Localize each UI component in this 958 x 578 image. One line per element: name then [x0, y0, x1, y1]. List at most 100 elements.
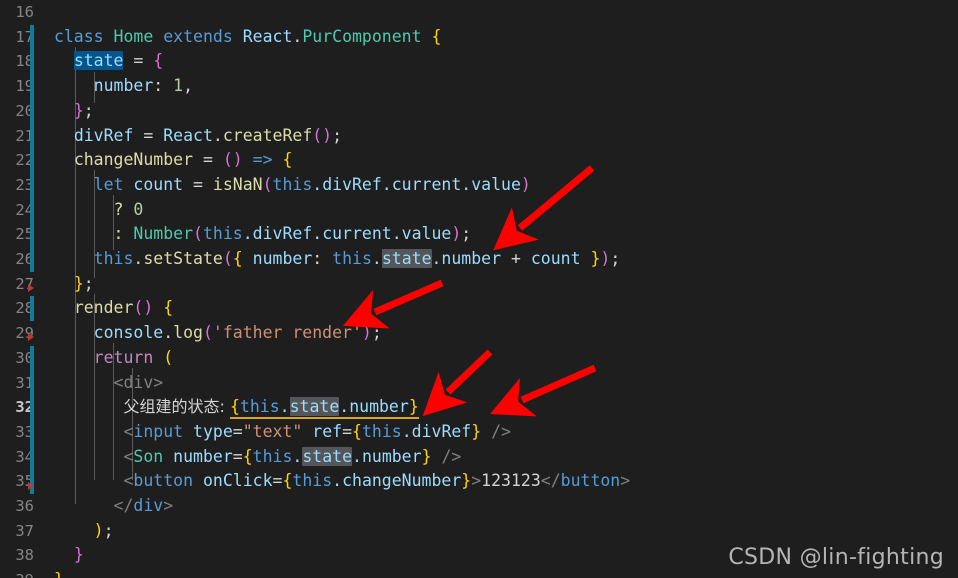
- property-changenumber: changeNumber: [73, 150, 194, 170]
- code-line-37[interactable]: );: [44, 519, 958, 544]
- keyword-this: this: [202, 224, 243, 244]
- code-line-29[interactable]: console.log('father render');: [44, 321, 958, 346]
- line-number: 39: [0, 568, 34, 578]
- jsx-angle-close: >: [163, 496, 174, 515]
- property-divref: divRef: [73, 125, 134, 145]
- brace-close: }: [73, 273, 84, 293]
- paren-close: ): [600, 249, 611, 268]
- number-literal-1: 1: [173, 76, 184, 96]
- line-number-active: 32: [15, 398, 34, 417]
- jsx-attr-ref: ref: [312, 421, 343, 441]
- equals: =: [342, 421, 353, 441]
- code-line-28[interactable]: render() {: [44, 296, 958, 321]
- jsx-tag-button: button: [133, 471, 194, 491]
- jsx-angle-open: <: [123, 446, 134, 466]
- jsx-self-close: />: [491, 421, 511, 441]
- code-line-22[interactable]: changeNumber = () => {: [44, 148, 958, 173]
- brace-open: {: [282, 471, 293, 491]
- brace-close: }: [73, 100, 84, 120]
- line-number: 31: [15, 373, 34, 392]
- parens: (): [222, 150, 243, 170]
- keyword-return: return: [93, 347, 154, 367]
- brace-close: }: [421, 446, 432, 466]
- code-line-27[interactable]: };: [44, 272, 958, 297]
- keyword-this: this: [361, 421, 402, 441]
- code-content[interactable]: class Home extends React.PurComponent { …: [44, 0, 958, 578]
- jsx-tag-input: input: [133, 421, 184, 441]
- occurrence-state: state: [381, 249, 432, 268]
- semicolon: ;: [610, 249, 621, 268]
- line-number: 25: [15, 225, 34, 244]
- line-number: 24: [15, 200, 34, 219]
- paren-open: (: [163, 347, 174, 367]
- number-literal-0: 0: [133, 199, 144, 219]
- code-line-35[interactable]: <button onClick={this.changeNumber}>1231…: [44, 469, 958, 494]
- code-line-33[interactable]: <input type="text" ref={this.divRef} />: [44, 420, 958, 445]
- assign-operator: =: [123, 51, 154, 71]
- brace-close: }: [73, 545, 84, 565]
- keyword-let: let: [93, 174, 124, 194]
- equals: =: [232, 421, 243, 441]
- object-react: React: [242, 26, 293, 46]
- colon: :: [312, 249, 333, 268]
- code-line-23[interactable]: let count = isNaN(this.divRef.current.va…: [44, 173, 958, 198]
- paren-open: (: [193, 224, 203, 244]
- keyword-class: class: [53, 26, 104, 46]
- paren-open: (: [222, 249, 233, 268]
- jsx-tag-button-close: </: [540, 471, 561, 491]
- line-number: 30: [15, 348, 34, 367]
- property-path: .number: [431, 249, 502, 268]
- jsx-tag-button-closename: button: [560, 471, 621, 491]
- code-editor[interactable]: 16 17 18 19 20 21 22 23 24 25 26 27 28 2…: [0, 0, 958, 578]
- brace-open: {: [232, 249, 243, 268]
- code-line-19[interactable]: number: 1,: [44, 74, 958, 99]
- code-line-31[interactable]: <div>: [44, 371, 958, 396]
- selected-token-state: state: [73, 51, 124, 71]
- code-line-16[interactable]: [44, 0, 958, 25]
- property-path: .divRef.current.value: [242, 224, 452, 244]
- brace-close: }: [54, 570, 64, 578]
- jsx-angle-close: >: [471, 471, 482, 491]
- property-path: .divRef.current.value: [312, 174, 521, 194]
- code-line-21[interactable]: divRef = React.createRef();: [44, 124, 958, 149]
- code-line-30[interactable]: return (: [44, 346, 958, 371]
- code-line-36[interactable]: </div>: [44, 494, 958, 519]
- function-isnan: isNaN: [212, 174, 263, 194]
- line-number: 36: [15, 497, 34, 515]
- keyword-this: this: [272, 174, 313, 194]
- property-path: .number: [339, 397, 409, 417]
- code-line-26[interactable]: this.setState({ number: this.state.numbe…: [44, 247, 958, 272]
- brace-open: {: [352, 421, 362, 441]
- code-line-34[interactable]: <Son number={this.state.number} />: [44, 445, 958, 470]
- function-number: Number: [133, 224, 194, 244]
- dot-operator: .: [133, 249, 144, 268]
- paren-close: ): [451, 224, 462, 244]
- code-line-20[interactable]: };: [44, 99, 958, 124]
- equals: =: [232, 446, 243, 466]
- keyword-this: this: [252, 446, 293, 466]
- jsx-text-chinese-label: 父组建的状态:: [123, 397, 230, 417]
- code-line-17[interactable]: class Home extends React.PurComponent {: [44, 25, 958, 50]
- code-line-25[interactable]: : Number(this.divRef.current.value);: [44, 222, 958, 247]
- keyword-this: this: [239, 397, 280, 417]
- jsx-tag-son: Son: [133, 446, 164, 466]
- assign-operator: =: [183, 174, 213, 194]
- semicolon: ;: [83, 100, 94, 120]
- line-number: 38: [15, 546, 34, 565]
- dot-operator: .: [212, 125, 223, 145]
- brace-close: }: [461, 471, 472, 491]
- code-line-18[interactable]: state = {: [44, 49, 958, 74]
- keyword-extends: extends: [163, 26, 233, 46]
- line-number: 22: [15, 151, 34, 170]
- editor-gutter[interactable]: 16 17 18 19 20 21 22 23 24 25 26 27 28 2…: [0, 0, 44, 578]
- semicolon: ;: [103, 520, 114, 540]
- brace-open: {: [431, 26, 442, 46]
- jsx-attr-type: type: [193, 421, 233, 441]
- code-line-32[interactable]: 父组建的状态: {this.state.number}: [44, 395, 958, 420]
- line-number: 21: [15, 126, 34, 145]
- occurrence-state: state: [289, 397, 340, 417]
- jsx-self-close: />: [441, 446, 462, 466]
- git-change-arrow-icon: [28, 333, 34, 341]
- code-line-24[interactable]: ? 0: [44, 198, 958, 223]
- brace-open: {: [153, 51, 164, 71]
